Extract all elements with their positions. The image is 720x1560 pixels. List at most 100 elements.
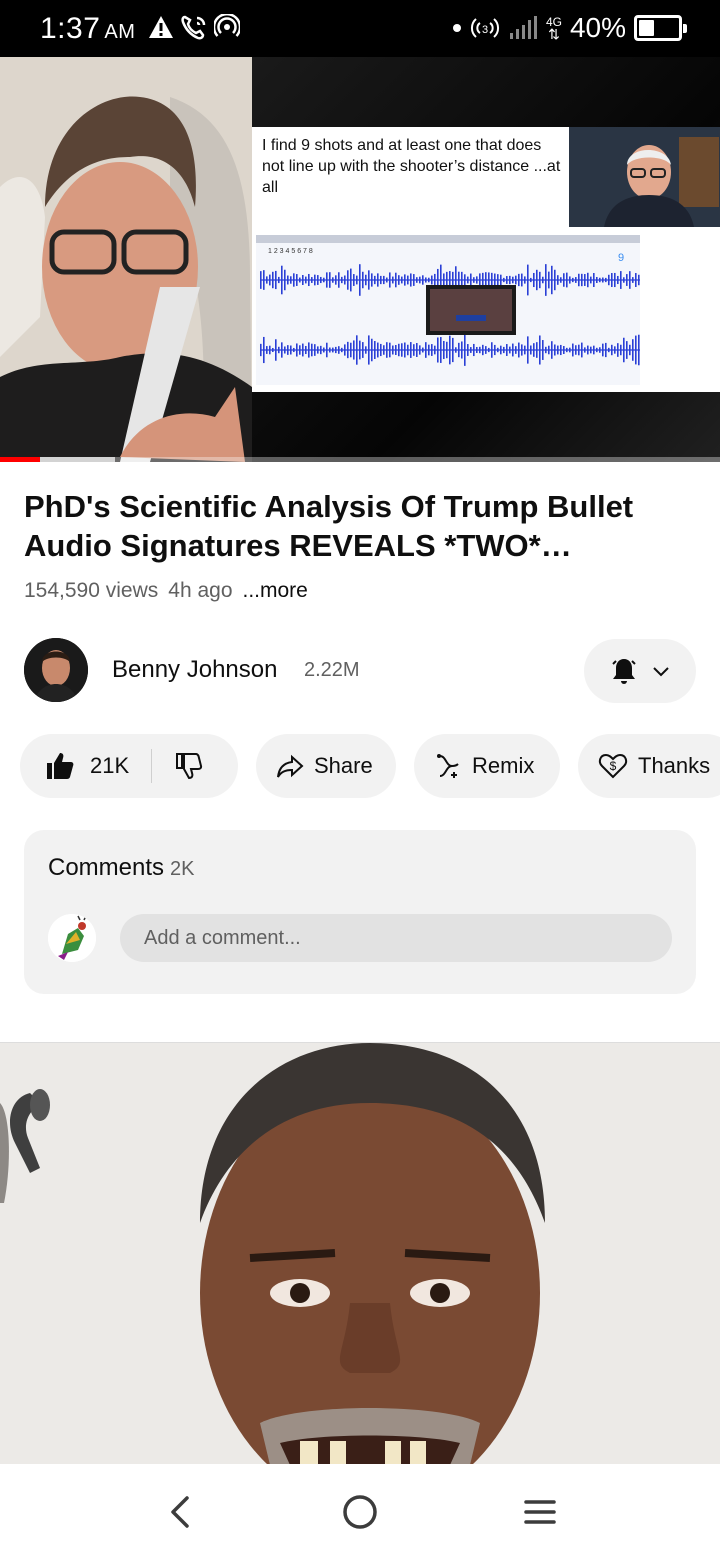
view-count: 154,590 views bbox=[24, 579, 159, 602]
waveform-bar-0 bbox=[590, 276, 592, 284]
waveform-bar-0 bbox=[425, 277, 427, 283]
channel-avatar[interactable] bbox=[24, 638, 88, 702]
waveform-bar-1 bbox=[305, 345, 307, 355]
waveform-bar-1 bbox=[407, 344, 409, 356]
comments-section[interactable]: Comments 2K Add a comment... bbox=[24, 830, 696, 994]
recents-button[interactable] bbox=[516, 1488, 564, 1536]
subscription-notification-button[interactable] bbox=[584, 639, 696, 703]
waveform-bar-0 bbox=[476, 276, 478, 284]
waveform-bar-1 bbox=[629, 344, 631, 356]
waveform-bar-1 bbox=[458, 342, 460, 358]
waveform-bar-0 bbox=[542, 276, 544, 284]
waveform-bar-0 bbox=[356, 275, 358, 285]
inset-speaker-video bbox=[569, 127, 720, 227]
waveform-bar-1 bbox=[395, 345, 397, 355]
video-meta[interactable]: 154,590 views 4h ago ...more bbox=[24, 579, 308, 603]
video-progress-bar[interactable] bbox=[0, 457, 720, 462]
waveform-bar-1 bbox=[539, 335, 541, 365]
back-button[interactable] bbox=[156, 1488, 204, 1536]
add-comment-input[interactable]: Add a comment... bbox=[120, 914, 672, 962]
next-video-thumbnail[interactable] bbox=[0, 1042, 720, 1464]
waveform-bar-1 bbox=[575, 345, 577, 355]
thanks-button[interactable]: $ Thanks bbox=[578, 734, 720, 798]
waveform-bar-1 bbox=[404, 342, 406, 358]
waveform-bar-0 bbox=[395, 272, 397, 288]
waveform-bar-0 bbox=[266, 276, 268, 284]
video-player[interactable]: I find 9 shots and at least one that doe… bbox=[0, 57, 720, 462]
waveform-bar-1 bbox=[635, 335, 637, 365]
share-button[interactable]: Share bbox=[256, 734, 396, 798]
remix-button[interactable]: Remix bbox=[414, 734, 560, 798]
waveform-bar-1 bbox=[533, 343, 535, 357]
waveform-bar-1 bbox=[413, 344, 415, 356]
like-button[interactable]: 21K bbox=[44, 750, 129, 782]
thumbs-down-icon[interactable] bbox=[174, 751, 204, 781]
waveform-bar-1 bbox=[599, 347, 601, 353]
waveform-bar-0 bbox=[362, 271, 364, 289]
waveform-bar-0 bbox=[380, 275, 382, 285]
waveform-bar-0 bbox=[302, 275, 304, 285]
waveform-bar-0 bbox=[578, 273, 580, 287]
waveform-bar-0 bbox=[536, 269, 538, 291]
waveform-bar-0 bbox=[383, 275, 385, 285]
waveform-bar-1 bbox=[263, 336, 265, 364]
waveform-bar-0 bbox=[389, 272, 391, 288]
waveform-bar-1 bbox=[626, 341, 628, 359]
waveform-bar-0 bbox=[611, 273, 613, 287]
comments-header: Comments 2K bbox=[48, 854, 195, 882]
channel-name[interactable]: Benny Johnson bbox=[112, 656, 277, 684]
waveform-bar-1 bbox=[527, 336, 529, 364]
waveform-bar-1 bbox=[515, 346, 517, 354]
home-icon bbox=[343, 1495, 377, 1529]
waveform-bar-1 bbox=[578, 344, 580, 356]
waveform-bar-1 bbox=[614, 346, 616, 354]
video-buffered bbox=[39, 457, 116, 462]
waveform-bar-0 bbox=[350, 268, 352, 292]
waveform-bar-1 bbox=[326, 342, 328, 358]
video-title[interactable]: PhD's Scientific Analysis Of Trump Bulle… bbox=[24, 487, 704, 565]
waveform-bar-1 bbox=[596, 347, 598, 353]
waveform-bar-0 bbox=[275, 270, 277, 290]
waveform-bar-0 bbox=[620, 271, 622, 289]
waveform-bar-0 bbox=[500, 274, 502, 286]
home-button[interactable] bbox=[336, 1488, 384, 1536]
waveform-bar-0 bbox=[617, 275, 619, 285]
back-icon bbox=[171, 1496, 189, 1528]
waveform-bar-0 bbox=[545, 264, 547, 296]
waveform-bar-1 bbox=[476, 346, 478, 354]
waveform-bar-0 bbox=[629, 271, 631, 289]
waveform-bar-1 bbox=[377, 342, 379, 358]
slide-text: I find 9 shots and at least one that doe… bbox=[262, 137, 561, 196]
waveform-bar-0 bbox=[329, 272, 331, 288]
waveform-bar-0 bbox=[524, 276, 526, 284]
bell-icon bbox=[612, 659, 636, 684]
waveform-bar-1 bbox=[362, 342, 364, 358]
waveform-bar-0 bbox=[392, 276, 394, 284]
waveform-bar-0 bbox=[401, 276, 403, 284]
waveform-bar-1 bbox=[563, 346, 565, 354]
waveform-bar-0 bbox=[512, 276, 514, 284]
waveform-bar-0 bbox=[473, 277, 475, 283]
user-avatar-image bbox=[48, 914, 96, 962]
waveform-bar-1 bbox=[284, 346, 286, 354]
waveform-bar-1 bbox=[374, 341, 376, 359]
more-link[interactable]: ...more bbox=[243, 579, 308, 603]
presenter-video-thumbnail bbox=[0, 57, 252, 462]
upload-age: 4h ago bbox=[168, 579, 233, 602]
comments-label: Comments bbox=[48, 854, 165, 881]
waveform-bar-1 bbox=[398, 343, 400, 357]
waveform-bar-1 bbox=[290, 345, 292, 355]
waveform-bar-0 bbox=[287, 275, 289, 285]
waveform-bar-1 bbox=[287, 345, 289, 355]
warning-icon bbox=[149, 16, 173, 38]
waveform-bar-0 bbox=[557, 275, 559, 285]
waveform-bar-0 bbox=[593, 273, 595, 287]
svg-text:$: $ bbox=[610, 759, 617, 773]
waveform-bar-0 bbox=[479, 273, 481, 287]
waveform-bar-0 bbox=[527, 264, 529, 296]
waveform-bar-1 bbox=[296, 343, 298, 357]
waveform-bar-1 bbox=[323, 347, 325, 353]
waveform-bar-1 bbox=[419, 345, 421, 355]
waveform-bar-0 bbox=[560, 277, 562, 283]
waveform-bar-1 bbox=[356, 335, 358, 365]
